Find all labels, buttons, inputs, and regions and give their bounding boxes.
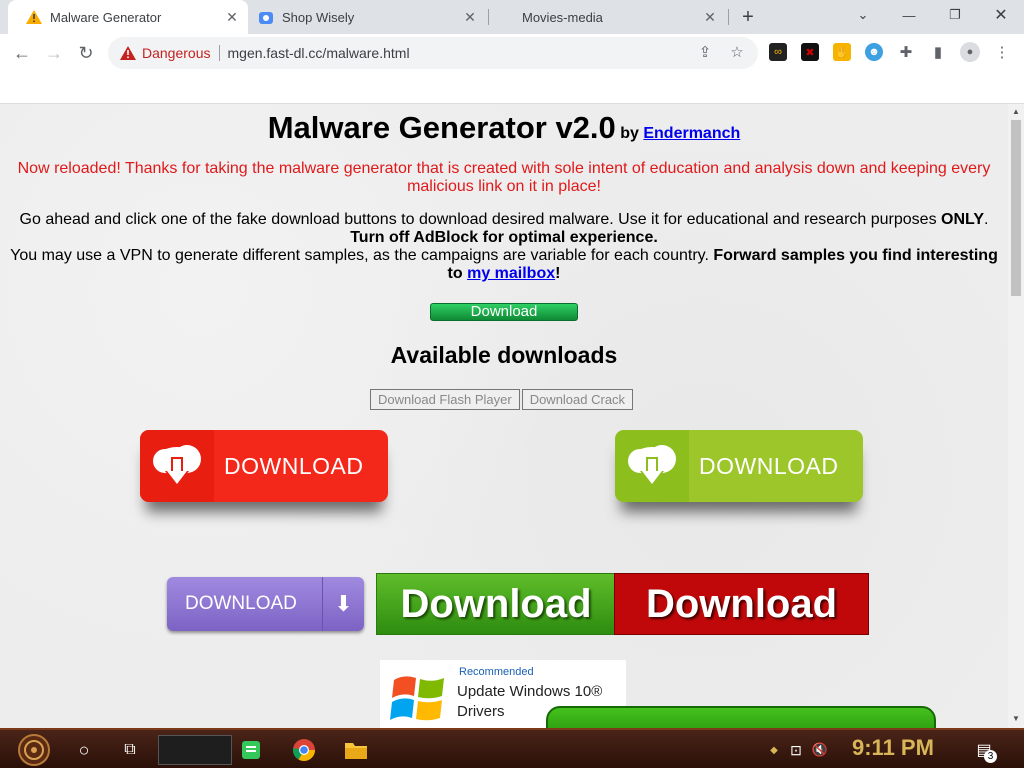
danger-warning-icon	[120, 45, 136, 61]
bookmark-star-icon[interactable]: ☆	[728, 43, 746, 61]
shop-icon	[258, 9, 274, 25]
download-crack-button[interactable]: Download Crack	[521, 389, 634, 410]
ad-button-label: DOWNLOAD	[185, 593, 297, 614]
taskbar-clock[interactable]: 9:11 PM	[852, 735, 934, 761]
down-arrow-icon: ⬇	[322, 577, 364, 631]
cloud-download-icon	[615, 430, 689, 502]
recommended-label: Recommended	[459, 666, 534, 678]
notice-text: Thanks for taking the malware generator …	[120, 160, 991, 195]
tab-separator	[728, 9, 729, 25]
darkred-download-ad-button[interactable]: Download	[614, 573, 869, 635]
page-title: Malware Generator v2.0	[267, 110, 616, 145]
instructions-paragraph: Go ahead and click one of the fake downl…	[4, 211, 1004, 283]
notes-app-icon[interactable]	[238, 734, 264, 766]
tab-separator	[488, 9, 489, 25]
divider	[218, 45, 220, 61]
reload-button[interactable]: ↻	[72, 39, 100, 67]
title-row: Malware Generator v2.0 by Endermanch	[0, 110, 1008, 146]
adblock-notice: Turn off AdBlock for optimal experience.	[350, 229, 658, 246]
download-flash-player-button[interactable]: Download Flash Player	[370, 389, 520, 410]
ad-button-label: DOWNLOAD	[224, 452, 364, 479]
close-window-button[interactable]: ✕	[978, 0, 1024, 30]
notice-paragraph: Now reloaded! Thanks for taking the malw…	[10, 160, 998, 196]
tab-malware-generator[interactable]: Malware Generator ✕	[8, 0, 248, 34]
extension-dark-icon[interactable]: ✖	[801, 43, 819, 61]
close-icon[interactable]: ✕	[700, 7, 720, 27]
taskbar: ○ ⧉ ◆ ⊡ 🔇 9:11 PM ▤ 3	[0, 728, 1024, 768]
only-emphasis: ONLY	[941, 211, 984, 228]
scroll-thumb[interactable]	[1011, 120, 1021, 296]
period: .	[984, 211, 989, 228]
new-tab-button[interactable]: +	[736, 5, 760, 29]
close-icon[interactable]: ✕	[222, 7, 242, 27]
url-text[interactable]: mgen.fast-dl.cc/malware.html	[228, 45, 410, 61]
scroll-down-icon[interactable]: ▼	[1012, 714, 1020, 723]
web-page: Malware Generator v2.0 by Endermanch Now…	[0, 104, 1008, 728]
extension-hand-icon[interactable]: ✋	[833, 43, 851, 61]
file-explorer-icon[interactable]	[342, 734, 370, 766]
download-button[interactable]: Download	[430, 303, 578, 321]
tab-label: Movies-media	[522, 9, 603, 25]
forward-button[interactable]: →	[40, 39, 68, 67]
volume-muted-icon[interactable]: 🔇	[810, 734, 830, 766]
exclamation: !	[555, 265, 561, 282]
green-download-ad-button[interactable]: Download	[376, 573, 616, 635]
extensions-puzzle-icon[interactable]: ✚	[897, 43, 915, 61]
extension-face-icon[interactable]: ☻	[865, 43, 883, 61]
bookmark-bar	[0, 72, 1024, 104]
tab-search-icon[interactable]: ⌄	[840, 0, 886, 30]
close-icon[interactable]: ✕	[460, 7, 480, 27]
chrome-icon[interactable]	[290, 734, 318, 766]
scroll-up-icon[interactable]: ▲	[1012, 107, 1020, 116]
task-view-icon[interactable]: ⧉	[116, 734, 144, 766]
restore-button[interactable]: ❐	[932, 0, 978, 30]
share-icon[interactable]: ⇪	[696, 43, 714, 61]
notice-strong: Now reloaded!	[17, 160, 121, 177]
cortana-icon[interactable]: ○	[70, 734, 98, 766]
tab-shop-wisely[interactable]: Shop Wisely ✕	[250, 0, 486, 34]
network-icon[interactable]: ⊡	[786, 734, 806, 766]
update-line-1: Update Windows 10®	[457, 683, 603, 700]
minimize-button[interactable]: —	[886, 0, 932, 30]
vpn-text: You may use a VPN to generate different …	[10, 247, 714, 264]
red-download-ad-button[interactable]: DOWNLOAD	[140, 430, 388, 502]
taskbar-search-box[interactable]	[158, 735, 232, 765]
instructions-text: Go ahead and click one of the fake downl…	[19, 211, 942, 228]
profile-avatar-icon[interactable]: ●	[960, 42, 980, 62]
purple-download-ad-button[interactable]: DOWNLOAD ⬇	[167, 577, 364, 631]
tab-strip: Malware Generator ✕ Shop Wisely ✕ Movies…	[0, 0, 1024, 34]
browser-toolbar: ← → ↻ Dangerous mgen.fast-dl.cc/malware.…	[0, 34, 1024, 72]
side-panel-icon[interactable]: ▮	[929, 43, 947, 61]
mailbox-link[interactable]: my mailbox	[467, 265, 555, 282]
cloud-download-icon	[140, 430, 214, 502]
tab-label: Shop Wisely	[282, 9, 355, 25]
byline: by Endermanch	[620, 125, 740, 142]
address-bar[interactable]: Dangerous mgen.fast-dl.cc/malware.html	[108, 37, 758, 69]
start-button[interactable]	[12, 734, 56, 766]
blank-icon	[498, 9, 514, 25]
ad-button-label: DOWNLOAD	[699, 452, 839, 479]
notification-count-badge: 3	[984, 750, 997, 763]
security-label[interactable]: Dangerous	[142, 45, 211, 61]
by-prefix: by	[620, 125, 639, 142]
tab-label: Malware Generator	[50, 9, 162, 25]
available-downloads-heading: Available downloads	[390, 342, 618, 368]
lime-download-ad-button[interactable]: DOWNLOAD	[615, 430, 863, 502]
menu-kebab-icon[interactable]: ⋮	[993, 43, 1011, 61]
tab-movies-media[interactable]: Movies-media ✕	[490, 0, 726, 34]
back-button[interactable]: ←	[8, 39, 36, 67]
download-button-group: Download Flash Player Download Crack	[370, 389, 634, 410]
extension-link-icon[interactable]: ∞	[769, 43, 787, 61]
author-link[interactable]: Endermanch	[643, 125, 740, 142]
warning-icon	[26, 9, 42, 25]
green-ad-banner[interactable]	[546, 706, 936, 728]
page-scrollbar[interactable]: ▲ ▼	[1008, 104, 1024, 728]
windows-logo-icon	[390, 676, 444, 721]
system-tray-overflow-icon[interactable]: ◆	[766, 734, 782, 766]
